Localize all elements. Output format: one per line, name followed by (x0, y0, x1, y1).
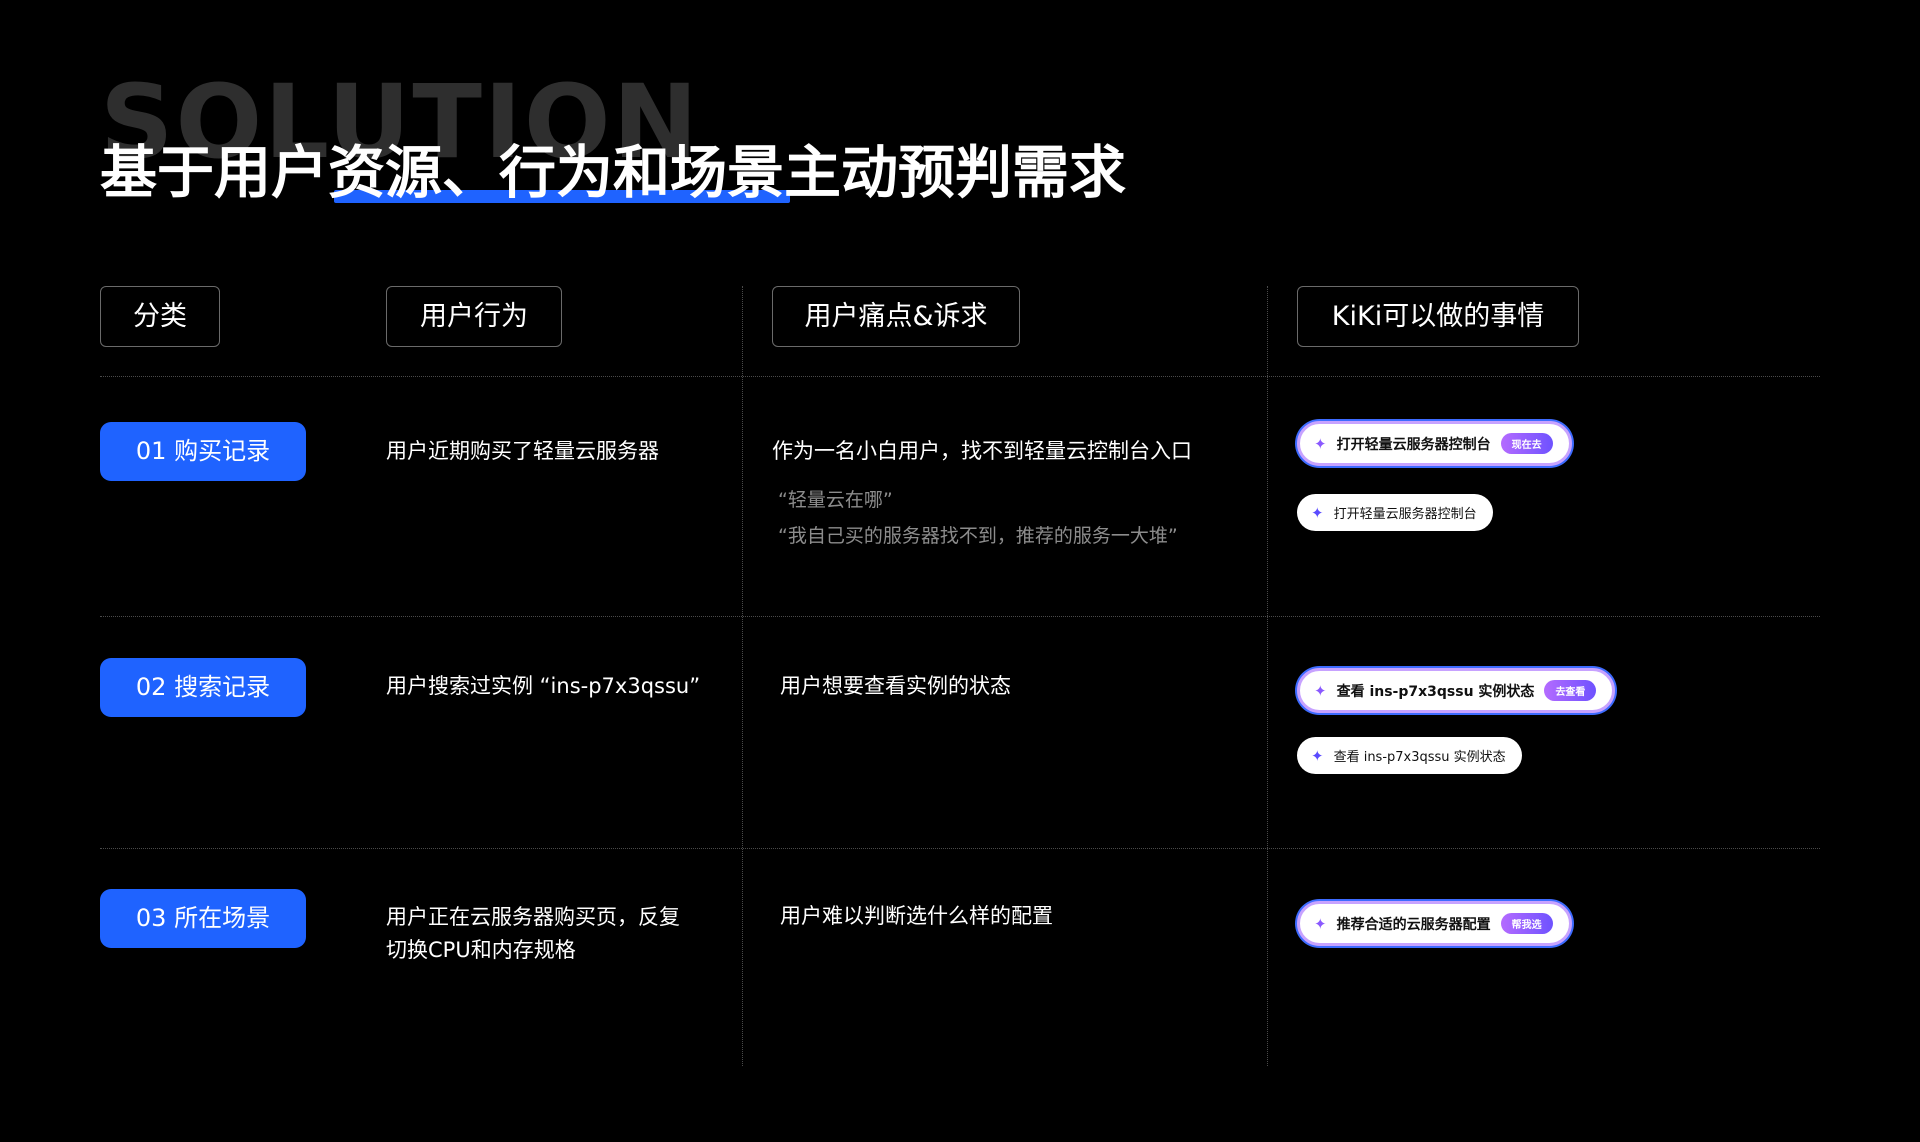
behavior-text: 用户搜索过实例 “ins-p7x3qssu” (386, 674, 701, 698)
row-divider (100, 616, 1820, 617)
action-text: 查看 ins-p7x3qssu 实例状态 (1333, 750, 1506, 765)
sparkle-icon: ✦ (1311, 503, 1324, 522)
user-quote: “轻量云在哪” (778, 489, 893, 511)
action-badge-button[interactable]: 帮我选 (1500, 913, 1553, 934)
action-badge-button[interactable]: 现在去 (1500, 433, 1553, 454)
sparkle-icon: ✦ (1314, 434, 1327, 453)
kiki-action-pill[interactable]: ✦ 查看 ins-p7x3qssu 实例状态 (1297, 737, 1522, 774)
header-kiki: KiKi可以做的事情 (1297, 286, 1579, 347)
action-text: 查看 ins-p7x3qssu 实例状态 (1336, 683, 1535, 700)
header-pain: 用户痛点&诉求 (772, 286, 1020, 347)
kiki-action-pill[interactable]: ✦ 打开轻量云服务器控制台 (1297, 494, 1493, 531)
column-divider (742, 286, 743, 1066)
header-behavior: 用户行为 (386, 286, 562, 347)
pain-text: 作为一名小白用户，找不到轻量云控制台入口 (772, 439, 1192, 463)
category-badge: 03 所在场景 (100, 889, 306, 948)
pain-text: 用户想要查看实例的状态 (780, 674, 1011, 698)
behavior-text: 用户近期购买了轻量云服务器 (386, 439, 659, 463)
action-text: 打开轻量云服务器控制台 (1336, 436, 1491, 453)
category-badge: 02 搜索记录 (100, 658, 306, 717)
kiki-action-pill-highlighted[interactable]: ✦ 推荐合适的云服务器配置 帮我选 (1297, 901, 1572, 946)
column-divider (1267, 286, 1268, 1066)
page-title: 基于用户资源、行为和场景主动预判需求 (100, 140, 1126, 206)
sparkle-icon: ✦ (1314, 914, 1327, 933)
action-text: 推荐合适的云服务器配置 (1336, 916, 1491, 933)
user-quote: “我自己买的服务器找不到，推荐的服务一大堆” (778, 525, 1178, 547)
sparkle-icon: ✦ (1311, 746, 1324, 765)
kiki-action-pill-highlighted[interactable]: ✦ 查看 ins-p7x3qssu 实例状态 去查看 (1297, 668, 1616, 713)
row-divider (100, 376, 1820, 377)
pain-text: 用户难以判断选什么样的配置 (780, 904, 1053, 928)
action-badge-button[interactable]: 去查看 (1544, 680, 1597, 701)
kiki-action-pill-highlighted[interactable]: ✦ 打开轻量云服务器控制台 现在去 (1297, 421, 1572, 466)
behavior-text: 切换CPU和内存规格 (386, 938, 576, 962)
category-badge: 01 购买记录 (100, 422, 306, 481)
sparkle-icon: ✦ (1314, 681, 1327, 700)
row-divider (100, 848, 1820, 849)
action-text: 打开轻量云服务器控制台 (1333, 507, 1477, 522)
header-category: 分类 (100, 286, 220, 347)
behavior-text: 用户正在云服务器购买页，反复 (386, 905, 680, 929)
